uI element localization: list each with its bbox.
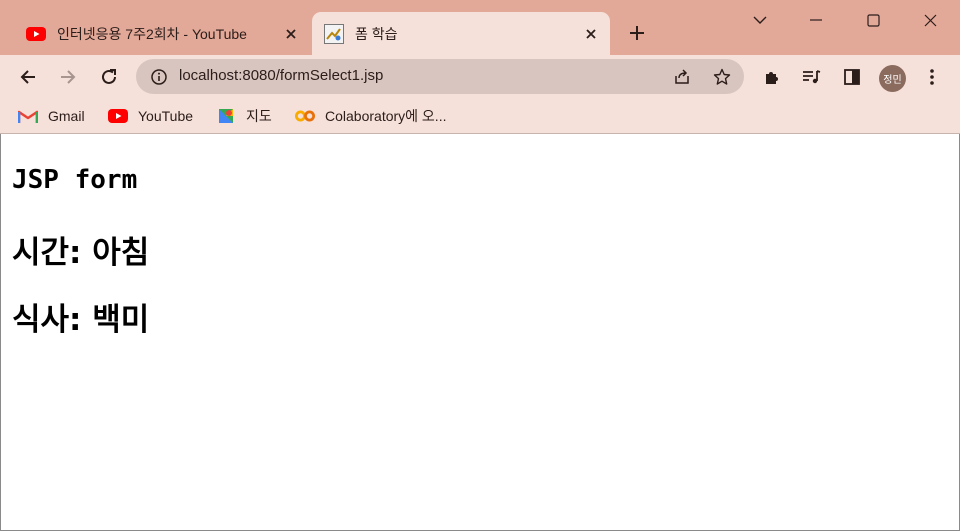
puzzle-icon (766, 72, 778, 84)
menu-button[interactable] (916, 61, 948, 93)
bookmark-colab[interactable]: Colaboratory에 오... (295, 106, 446, 126)
youtube-icon (108, 108, 128, 124)
tab-title: 폼 학습 (355, 25, 398, 42)
url-text[interactable]: localhost:8080/formSelect1.jsp (179, 67, 383, 84)
new-tab-button[interactable] (624, 20, 650, 46)
share-icon[interactable] (669, 64, 695, 90)
more-vert-icon (930, 69, 934, 85)
minimize-icon (810, 19, 822, 21)
close-tab-icon[interactable] (580, 23, 602, 45)
arrow-left-icon (20, 70, 35, 84)
close-window-button[interactable] (902, 0, 958, 40)
browser-toolbar: localhost:8080/formSelect1.jsp 정민 (0, 55, 960, 99)
side-panel-icon (844, 69, 860, 85)
maps-icon (216, 108, 236, 124)
maximize-button[interactable] (845, 0, 901, 40)
forward-button[interactable] (52, 61, 84, 93)
close-tab-icon[interactable] (280, 23, 302, 45)
page-heading: JSP form (12, 165, 138, 195)
address-bar[interactable]: localhost:8080/formSelect1.jsp (136, 59, 744, 94)
page-content: JSP form 시간: 아침 식사: 백미 (0, 134, 960, 531)
plus-icon (630, 26, 644, 40)
tab-search-button[interactable] (732, 0, 788, 40)
minimize-button[interactable] (788, 0, 844, 40)
side-panel-button[interactable] (836, 61, 868, 93)
tab-form-study[interactable]: 폼 학습 (312, 12, 610, 55)
maximize-icon (866, 13, 880, 27)
colab-icon (295, 108, 315, 124)
bookmark-maps[interactable]: 지도 (216, 106, 272, 126)
bookmarks-bar: Gmail YouTube 지도 Colaboratory에 오... (0, 99, 960, 134)
reload-button[interactable] (93, 61, 125, 93)
gmail-icon (18, 108, 38, 124)
extensions-button[interactable] (756, 61, 788, 93)
chevron-down-icon (753, 16, 767, 24)
bookmark-label: Gmail (48, 108, 85, 124)
info-icon[interactable] (146, 64, 172, 90)
reload-icon (102, 69, 116, 84)
browser-titlebar: 인터넷응용 7주2회차 - YouTube 폼 학습 (0, 0, 960, 55)
youtube-icon (26, 26, 46, 42)
bookmark-gmail[interactable]: Gmail (18, 106, 85, 126)
bookmark-youtube[interactable]: YouTube (108, 106, 193, 126)
tab-title: 인터넷응용 7주2회차 - YouTube (57, 25, 247, 42)
jsp-page-icon (324, 23, 344, 44)
profile-avatar[interactable]: 정민 (879, 65, 906, 92)
close-icon (924, 14, 936, 26)
bookmark-label: Colaboratory에 오... (325, 108, 447, 124)
arrow-right-icon (61, 70, 76, 84)
bookmark-label: 지도 (246, 108, 272, 124)
bookmark-label: YouTube (138, 108, 194, 124)
tab-youtube[interactable]: 인터넷응용 7주2회차 - YouTube (14, 12, 310, 55)
media-control-button[interactable] (796, 61, 828, 93)
bookmark-star-icon[interactable] (709, 64, 735, 90)
back-button[interactable] (12, 61, 44, 93)
media-queue-icon (803, 70, 821, 84)
time-line: 시간: 아침 (12, 235, 150, 271)
meal-line: 식사: 백미 (12, 302, 150, 338)
